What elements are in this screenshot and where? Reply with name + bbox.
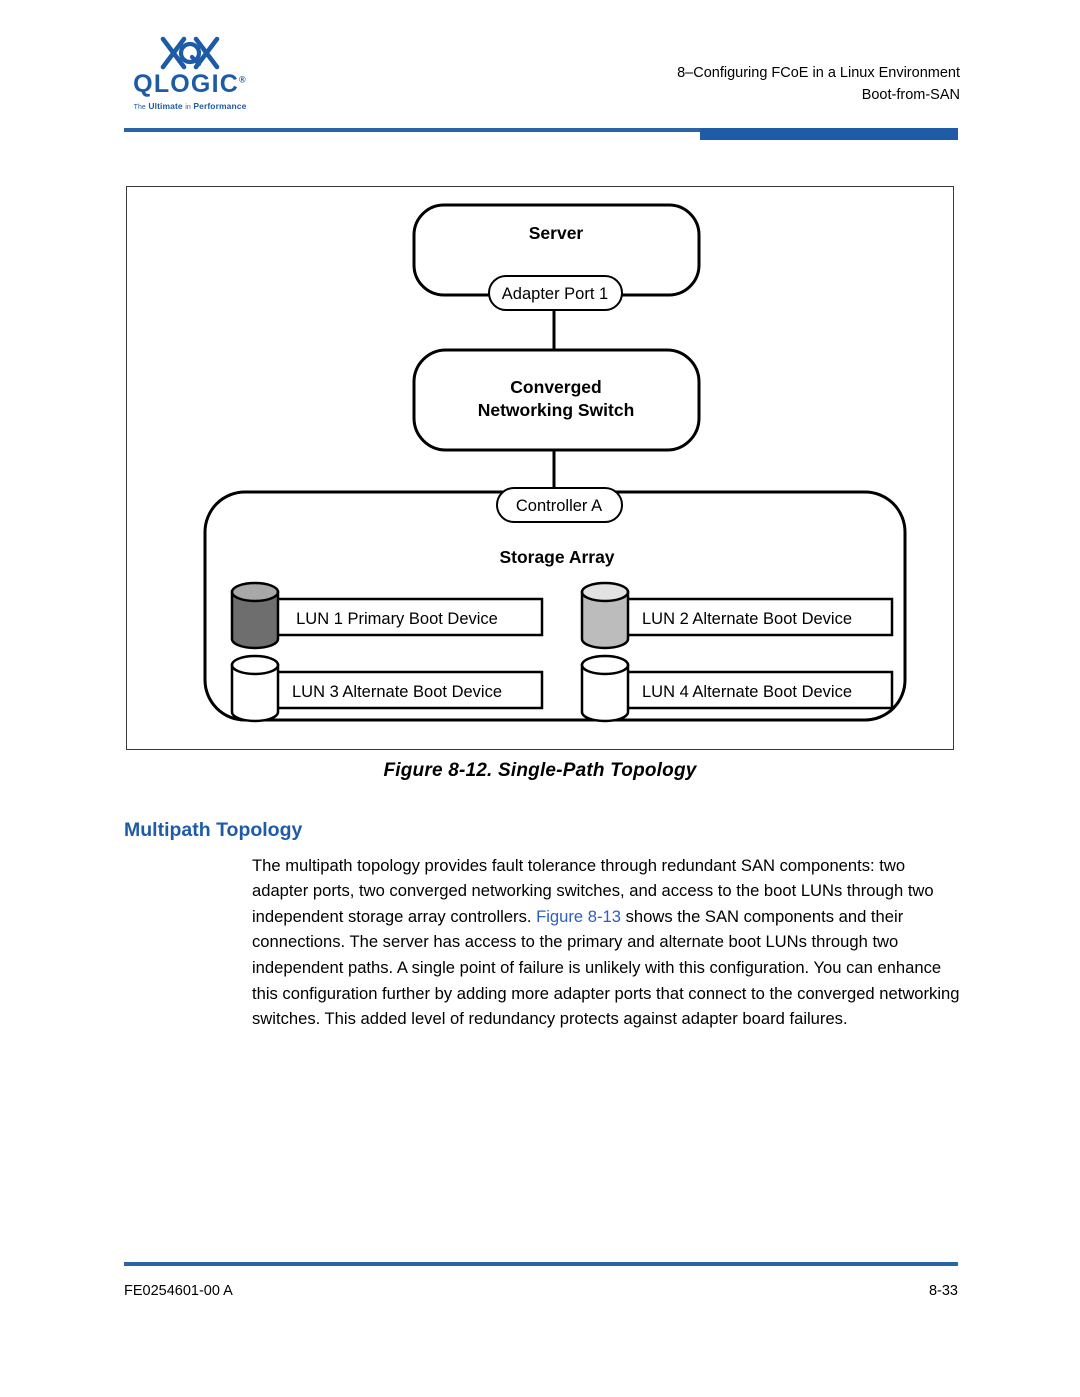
lun-2-cylinder-icon [580,581,630,650]
qlogic-wordmark: QLOGIC® [133,70,247,98]
section-heading-multipath-topology: Multipath Topology [124,819,303,842]
registered-mark: ® [238,74,247,85]
lun-3-label: LUN 3 Alternate Boot Device [292,683,502,701]
switch-label-line1: Converged [510,377,601,397]
figure-caption: Figure 8-12. Single-Path Topology [383,760,697,781]
controller-a-label: Controller A [516,497,602,515]
footer-rule [124,1262,958,1266]
lun-1-cylinder-icon [230,581,280,650]
lun-4-label: LUN 4 Alternate Boot Device [642,683,852,701]
adapter-port-label: Adapter Port 1 [502,285,608,303]
running-header-section: Boot-from-SAN [861,87,960,103]
storage-array-title: Storage Array [499,547,614,567]
running-header: 8–Configuring FCoE in a Linux Environmen… [677,62,960,106]
body-paragraph: The multipath topology provides fault to… [252,853,964,1032]
page-header: QLOGIC® The Ultimate in Performance 8–Co… [0,0,1080,150]
footer-page-number: 8-33 [928,1283,958,1299]
qlogic-logo: QLOGIC® The Ultimate in Performance [120,36,260,111]
lun-4-cylinder-icon [580,654,630,723]
server-title: Server [529,223,584,243]
cross-reference-figure-8-13[interactable]: Figure 8-13 [536,907,621,926]
single-path-topology-diagram: Server Adapter Port 1 Converged Networki… [203,203,907,723]
header-rule-block [700,128,958,140]
lun-3-cylinder-icon [230,654,280,723]
switch-label-line2: Networking Switch [478,400,635,420]
lun-2-label: LUN 2 Alternate Boot Device [642,610,852,628]
qlogic-tagline: The Ultimate in Performance [133,101,247,111]
footer-document-number: FE0254601-00 A [124,1283,233,1299]
figure-8-12-frame: Server Adapter Port 1 Converged Networki… [126,186,954,750]
running-header-chapter: 8–Configuring FCoE in a Linux Environmen… [677,65,960,81]
lun-1-label: LUN 1 Primary Boot Device [296,610,498,628]
qlogic-logo-icon [160,36,220,70]
